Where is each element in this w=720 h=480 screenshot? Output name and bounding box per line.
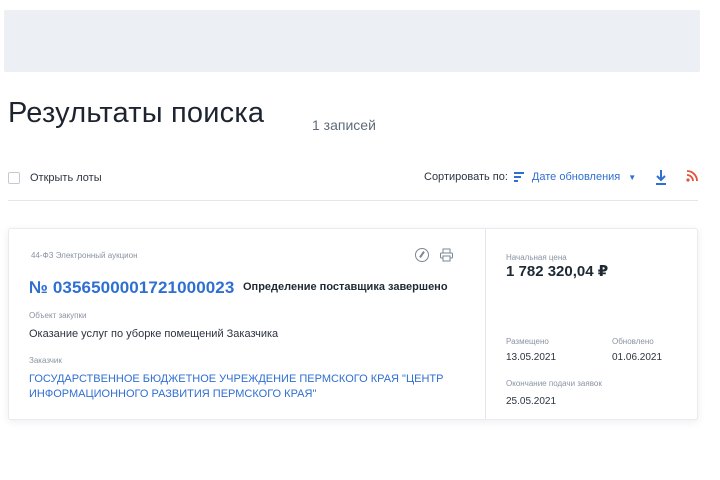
sort-label: Сортировать по: xyxy=(424,171,508,183)
result-card-details: Начальная цена 1 782 320,04 ₽ Размещено … xyxy=(485,229,698,419)
object-value: Оказание услуг по уборке помещений Заказ… xyxy=(29,328,279,340)
result-card: 44-ФЗ Электронный аукцион № 035650000172… xyxy=(8,228,698,420)
posted-label: Размещено xyxy=(506,337,549,346)
application-end-date: 25.05.2021 xyxy=(506,396,557,407)
result-card-main: 44-ФЗ Электронный аукцион № 035650000172… xyxy=(9,229,485,419)
toolbar-divider xyxy=(8,200,698,201)
download-icon[interactable] xyxy=(654,169,668,185)
results-toolbar: Открыть лоты Сортировать по: Дате обновл… xyxy=(8,166,698,190)
updated-label: Обновлено xyxy=(612,337,654,346)
price-label: Начальная цена xyxy=(506,253,567,262)
page-title: Результаты поиска xyxy=(8,97,265,129)
open-lots-label[interactable]: Открыть лоты xyxy=(30,172,102,184)
procurement-number-link[interactable]: № 0356500001721000023 xyxy=(29,278,234,298)
results-count: 1 записей xyxy=(312,117,376,133)
object-label: Объект закупки xyxy=(29,311,87,320)
procurement-status: Определение поставщика завершено xyxy=(243,281,448,293)
rss-icon[interactable] xyxy=(686,170,698,182)
sort-control: Сортировать по: Дате обновления ▼ xyxy=(424,171,636,183)
printer-icon[interactable] xyxy=(439,248,454,262)
customer-link[interactable]: ГОСУДАРСТВЕННОЕ БЮДЖЕТНОЕ УЧРЕЖДЕНИЕ ПЕР… xyxy=(29,372,459,402)
sort-dropdown[interactable]: Дате обновления xyxy=(532,171,620,183)
search-panel xyxy=(4,10,700,72)
customer-label: Заказчик xyxy=(29,356,62,365)
law-type-label: 44-ФЗ Электронный аукцион xyxy=(31,251,138,260)
updated-date: 01.06.2021 xyxy=(612,352,663,363)
price-value: 1 782 320,04 ₽ xyxy=(506,263,609,280)
sort-lines-icon xyxy=(513,172,524,182)
chevron-down-icon[interactable]: ▼ xyxy=(628,173,636,182)
compass-icon[interactable] xyxy=(415,248,429,262)
card-actions xyxy=(415,248,454,262)
open-lots-checkbox[interactable] xyxy=(8,172,20,184)
posted-date: 13.05.2021 xyxy=(506,352,557,363)
application-end-label: Окончание подачи заявок xyxy=(506,379,602,388)
